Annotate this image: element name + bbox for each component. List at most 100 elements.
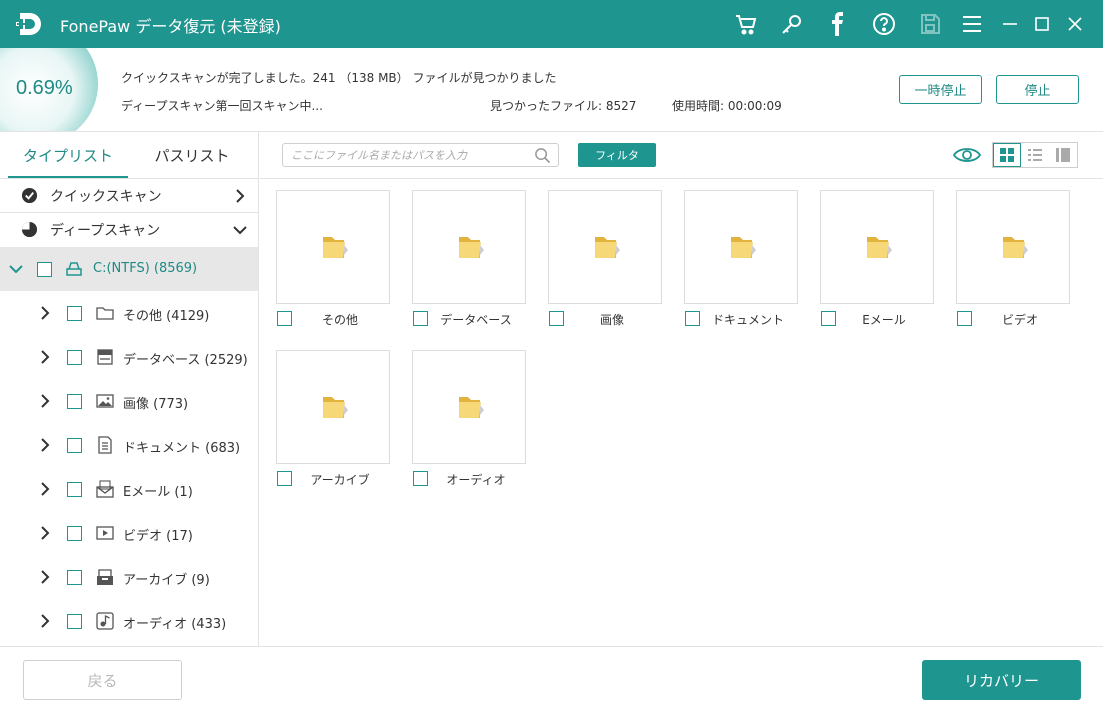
toolbar-divider bbox=[260, 178, 1103, 179]
detail-view-button[interactable] bbox=[1049, 143, 1077, 167]
tile-image[interactable] bbox=[548, 190, 662, 304]
app-title: FonePaw データ復元 (未登録) bbox=[60, 17, 281, 36]
view-mode-switcher bbox=[992, 142, 1078, 168]
drive-row[interactable]: C:(NTFS) (8569) bbox=[0, 247, 258, 291]
tile-email[interactable] bbox=[820, 190, 934, 304]
tile-database[interactable] bbox=[412, 190, 526, 304]
progress-percentage: 0.69% bbox=[16, 77, 73, 99]
scan-status-panel: 0.69% クイックスキャンが完了しました。241 （138 MB） ファイルが… bbox=[0, 48, 1103, 132]
drive-checkbox[interactable] bbox=[37, 262, 52, 277]
folder-icon bbox=[459, 237, 484, 258]
progress-pie-icon bbox=[21, 221, 38, 238]
tree-item-label: ビデオ (17) bbox=[123, 529, 193, 544]
eye-icon[interactable] bbox=[952, 145, 982, 165]
chevron-down-icon[interactable] bbox=[232, 222, 248, 238]
tab-path-list[interactable]: パスリスト bbox=[128, 132, 256, 178]
tile-label: データベース bbox=[440, 313, 512, 327]
image-icon bbox=[96, 394, 114, 408]
tree-item-email[interactable]: Eメール (1) bbox=[0, 467, 258, 511]
chevron-right-icon[interactable] bbox=[38, 526, 52, 540]
tree-item-label: アーカイブ (9) bbox=[123, 573, 210, 588]
maximize-icon[interactable] bbox=[1028, 10, 1056, 38]
deep-scan-status-text: ディープスキャン第一回スキャン中... bbox=[121, 99, 323, 113]
tree-checkbox[interactable] bbox=[67, 526, 82, 541]
tile-archive[interactable] bbox=[276, 350, 390, 464]
tree-item-database[interactable]: データベース (2529) bbox=[0, 335, 258, 379]
tree-item-archive[interactable]: アーカイブ (9) bbox=[0, 555, 258, 599]
tree-checkbox[interactable] bbox=[67, 394, 82, 409]
found-files-count: 見つかったファイル: 8527 bbox=[490, 99, 637, 113]
facebook-icon[interactable] bbox=[824, 10, 852, 38]
folder-icon bbox=[96, 307, 114, 320]
back-button[interactable]: 戻る bbox=[23, 660, 182, 700]
deep-scan-label: ディープスキャン bbox=[50, 222, 161, 239]
tile-label: その他 bbox=[321, 313, 358, 327]
video-icon bbox=[96, 526, 114, 540]
chevron-right-icon[interactable] bbox=[38, 394, 52, 408]
tile-label: ビデオ bbox=[1001, 313, 1038, 327]
grid-view-icon bbox=[1000, 148, 1014, 162]
deep-scan-row[interactable]: ディープスキャン bbox=[0, 212, 258, 246]
search-icon[interactable] bbox=[534, 147, 551, 164]
tile-label: オーディオ bbox=[446, 473, 506, 487]
tree-checkbox[interactable] bbox=[67, 438, 82, 453]
tree-item-label: データベース (2529) bbox=[123, 353, 248, 368]
email-icon bbox=[96, 480, 114, 498]
tree-checkbox[interactable] bbox=[67, 570, 82, 585]
filter-button[interactable]: フィルタ bbox=[578, 143, 656, 167]
tile-audio[interactable] bbox=[412, 350, 526, 464]
tree-item-other[interactable]: その他 (4129) bbox=[0, 291, 258, 335]
tree-item-audio[interactable]: オーディオ (433) bbox=[0, 599, 258, 643]
chevron-right-icon[interactable] bbox=[232, 188, 248, 204]
tree-checkbox[interactable] bbox=[67, 350, 82, 365]
tile-document[interactable] bbox=[684, 190, 798, 304]
tile-video[interactable] bbox=[956, 190, 1070, 304]
tab-type-list[interactable]: タイプリスト bbox=[4, 132, 132, 178]
chevron-right-icon[interactable] bbox=[38, 438, 52, 452]
minimize-icon[interactable] bbox=[996, 10, 1024, 38]
cart-icon[interactable] bbox=[732, 10, 760, 38]
footer-divider bbox=[0, 646, 1103, 647]
folder-icon bbox=[323, 237, 348, 258]
drive-label: C:(NTFS) (8569) bbox=[93, 261, 198, 276]
chevron-right-icon[interactable] bbox=[38, 306, 52, 320]
help-icon[interactable] bbox=[870, 10, 898, 38]
tree-checkbox[interactable] bbox=[67, 614, 82, 629]
chevron-right-icon[interactable] bbox=[38, 350, 52, 364]
close-icon[interactable] bbox=[1061, 10, 1089, 38]
pause-button[interactable]: 一時停止 bbox=[899, 75, 982, 104]
quick-scan-row[interactable]: クイックスキャン bbox=[0, 178, 258, 212]
fonepaw-logo-icon bbox=[16, 13, 41, 35]
key-icon[interactable] bbox=[778, 10, 806, 38]
title-bar: FonePaw データ復元 (未登録) bbox=[0, 0, 1103, 48]
list-view-icon bbox=[1028, 149, 1042, 161]
grid-view-button[interactable] bbox=[993, 143, 1021, 167]
chevron-right-icon[interactable] bbox=[38, 482, 52, 496]
sidebar: タイプリスト パスリスト クイックスキャン ディープスキャン C:(NTFS) … bbox=[0, 132, 259, 646]
list-view-button[interactable] bbox=[1021, 143, 1049, 167]
tree-item-document[interactable]: ドキュメント (683) bbox=[0, 423, 258, 467]
chevron-right-icon[interactable] bbox=[38, 570, 52, 584]
tree-checkbox[interactable] bbox=[67, 306, 82, 321]
save-icon[interactable] bbox=[916, 10, 944, 38]
tree-checkbox[interactable] bbox=[67, 482, 82, 497]
tile-other[interactable] bbox=[276, 190, 390, 304]
stop-button[interactable]: 停止 bbox=[996, 75, 1079, 104]
search-input[interactable] bbox=[291, 146, 531, 164]
chevron-right-icon[interactable] bbox=[38, 614, 52, 628]
check-circle-icon bbox=[21, 187, 38, 204]
chevron-down-icon[interactable] bbox=[9, 262, 23, 276]
folder-icon bbox=[1003, 237, 1028, 258]
tree-item-video[interactable]: ビデオ (17) bbox=[0, 511, 258, 555]
tile-label: 画像 bbox=[599, 313, 624, 327]
elapsed-time: 使用時間: 00:00:09 bbox=[672, 99, 782, 113]
folder-icon bbox=[595, 237, 620, 258]
search-box[interactable] bbox=[282, 143, 559, 167]
drive-icon bbox=[66, 262, 82, 276]
tree-item-label: その他 (4129) bbox=[123, 309, 210, 324]
recover-button[interactable]: リカバリー bbox=[922, 660, 1081, 700]
tree-item-label: Eメール (1) bbox=[123, 485, 193, 500]
tree-item-image[interactable]: 画像 (773) bbox=[0, 379, 258, 423]
tree-item-label: ドキュメント (683) bbox=[123, 441, 241, 456]
menu-icon[interactable] bbox=[958, 10, 986, 38]
